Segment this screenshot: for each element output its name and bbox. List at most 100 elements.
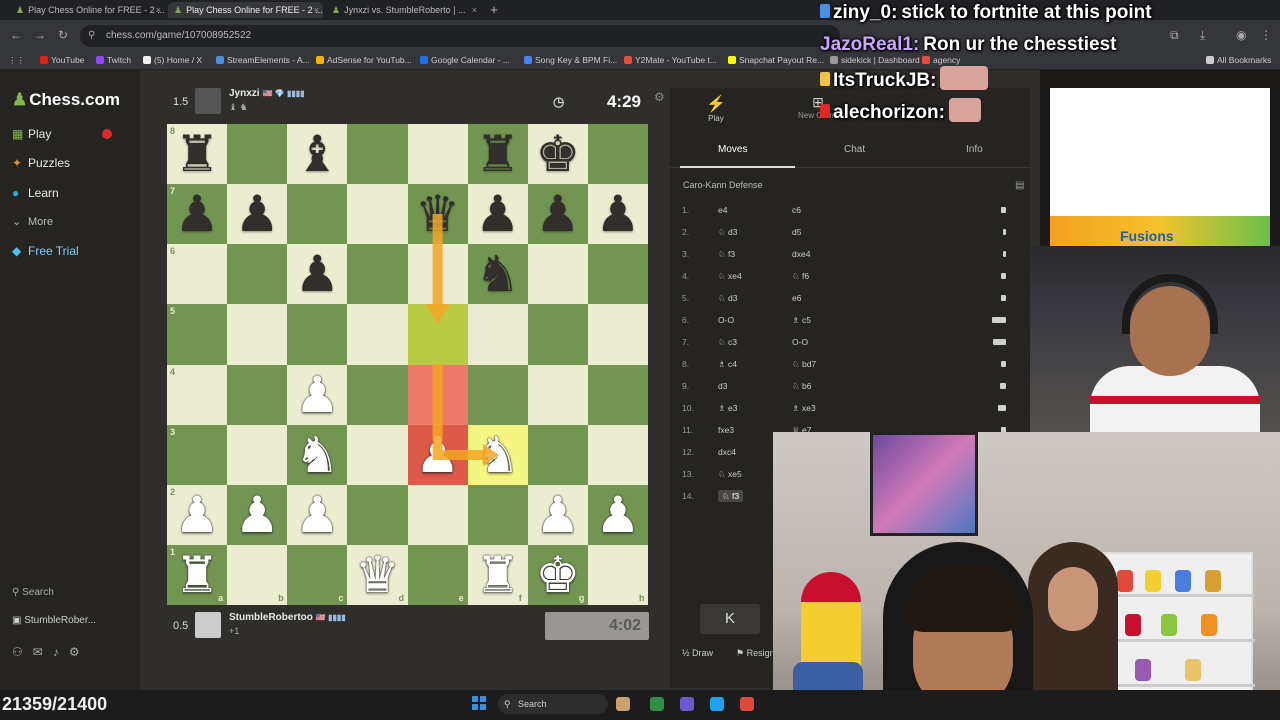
- white-king-piece[interactable]: ♚: [528, 545, 588, 605]
- white-move[interactable]: ♗ e3: [718, 403, 737, 414]
- black-bishop-piece[interactable]: ♝: [287, 124, 347, 184]
- square-e8[interactable]: [407, 124, 468, 185]
- url-field[interactable]: ⚲ chess.com/game/107008952522: [80, 25, 840, 47]
- bookmark[interactable]: AdSense for YouTub...: [316, 55, 412, 65]
- square-h6[interactable]: [587, 244, 648, 305]
- taskbar-app-icon[interactable]: [710, 697, 724, 711]
- square-f2[interactable]: [467, 484, 528, 545]
- black-move[interactable]: d5: [792, 227, 801, 237]
- bookmark[interactable]: Song Key & BPM Fi...: [524, 55, 617, 65]
- resign-button[interactable]: ⚑ Resign: [736, 648, 775, 659]
- site-info-icon[interactable]: ⚲: [88, 25, 95, 47]
- black-rook-piece[interactable]: ♜: [468, 124, 528, 184]
- square-f4[interactable]: [467, 364, 528, 425]
- sidebar-item-play[interactable]: ▦ Play: [12, 127, 51, 141]
- tab-chat[interactable]: Chat: [844, 144, 865, 155]
- white-move[interactable]: ♘ f3: [718, 249, 735, 260]
- square-h4[interactable]: [587, 364, 648, 425]
- black-move[interactable]: ♗ c5: [792, 315, 811, 326]
- taskbar-app-icon[interactable]: [740, 697, 754, 711]
- bookmark[interactable]: Twitch: [96, 55, 131, 65]
- white-move[interactable]: fxe3: [718, 425, 734, 435]
- square-d6[interactable]: [347, 244, 408, 305]
- white-move[interactable]: ♘ d3: [718, 293, 737, 304]
- square-h8[interactable]: [587, 124, 648, 185]
- browser-tab[interactable]: ♟ Jynxzi vs. StumbleRoberto | ... ×: [326, 2, 481, 18]
- white-knight-piece[interactable]: ♞: [468, 425, 528, 485]
- square-e5[interactable]: [407, 304, 468, 365]
- black-pawn-piece[interactable]: ♟: [167, 184, 227, 244]
- black-pawn-piece[interactable]: ♟: [528, 184, 588, 244]
- sidebar-item-puzzles[interactable]: ✦ Puzzles: [12, 156, 70, 170]
- taskbar-app-icon[interactable]: [680, 697, 694, 711]
- white-move[interactable]: ♘ xe5: [718, 469, 742, 480]
- sidebar-item-learn[interactable]: ● Learn: [12, 186, 59, 200]
- square-d7[interactable]: [347, 184, 408, 245]
- avatar[interactable]: [195, 88, 221, 114]
- sidebar-item-free-trial[interactable]: ◆ Free Trial: [12, 244, 79, 258]
- new-tab-button[interactable]: +: [486, 2, 502, 18]
- black-move[interactable]: dxe4: [792, 249, 810, 259]
- square-a3[interactable]: [167, 424, 228, 485]
- black-move[interactable]: O-O: [792, 337, 808, 347]
- black-move[interactable]: e6: [792, 293, 801, 303]
- avatar[interactable]: [195, 612, 221, 638]
- chess-board[interactable]: 8 7 6 5 4 3 2 1 a b c d e f g h ♜ ♝ ♜ ♚ ♟ ♟ ♛ ♟ ♟ ♟ ♟ ♞ ♟ ♞ ♟ ♞ ♟ ♟ ♟ ♟ ♟ ♜ ♛ ♜…: [167, 124, 648, 605]
- taskbar-app-icon[interactable]: [616, 697, 630, 711]
- white-knight-piece[interactable]: ♞: [287, 425, 347, 485]
- square-b4[interactable]: [227, 364, 288, 425]
- black-rook-piece[interactable]: ♜: [167, 124, 227, 184]
- black-move[interactable]: ♘ f6: [792, 271, 809, 282]
- bookmark[interactable]: Google Calendar - ...: [420, 55, 510, 65]
- square-e2[interactable]: [407, 484, 468, 545]
- square-b8[interactable]: [227, 124, 288, 185]
- bookmark[interactable]: StreamElements - A...: [216, 55, 310, 65]
- square-g6[interactable]: [527, 244, 588, 305]
- sidebar-search[interactable]: ⚲ Search: [12, 587, 54, 598]
- white-move[interactable]: d3: [718, 381, 727, 391]
- black-pawn-piece[interactable]: ♟: [588, 184, 648, 244]
- white-move[interactable]: ♗ c4: [718, 359, 737, 370]
- taskbar-search[interactable]: ⚲ Search: [498, 694, 608, 714]
- square-b6[interactable]: [227, 244, 288, 305]
- white-move[interactable]: ♘ f3: [718, 490, 744, 502]
- square-g5[interactable]: [527, 304, 588, 365]
- square-g4[interactable]: [527, 364, 588, 425]
- square-a6[interactable]: [167, 244, 228, 305]
- chrome-icon[interactable]: [650, 697, 664, 711]
- sidebar-user[interactable]: ▣ StumbleRober...: [12, 615, 96, 626]
- square-b3[interactable]: [227, 424, 288, 485]
- apps-grid-icon[interactable]: ⋮⋮: [8, 55, 25, 66]
- white-pawn-piece[interactable]: ♟: [588, 485, 648, 545]
- white-move[interactable]: O-O: [718, 315, 734, 325]
- white-pawn-piece[interactable]: ♟: [167, 485, 227, 545]
- messages-icon[interactable]: ✉: [33, 645, 53, 659]
- square-c7[interactable]: [287, 184, 348, 245]
- square-d5[interactable]: [347, 304, 408, 365]
- square-g3[interactable]: [527, 424, 588, 485]
- tab-info[interactable]: Info: [966, 144, 983, 155]
- black-pawn-piece[interactable]: ♟: [227, 184, 287, 244]
- square-e4[interactable]: [407, 364, 468, 425]
- close-icon[interactable]: ×: [472, 2, 477, 18]
- square-c5[interactable]: [287, 304, 348, 365]
- white-move[interactable]: e4: [718, 205, 727, 215]
- white-move[interactable]: ♘ c3: [718, 337, 737, 348]
- square-a4[interactable]: [167, 364, 228, 425]
- white-move[interactable]: ♘ d3: [718, 227, 737, 238]
- top-player-name[interactable]: Jynxzi 🇺🇸 💎 ▮▮▮▮: [229, 88, 305, 99]
- forward-arrow-icon[interactable]: →: [34, 28, 46, 42]
- white-move[interactable]: dxc4: [718, 447, 736, 457]
- black-move[interactable]: c6: [792, 205, 801, 215]
- square-f5[interactable]: [467, 304, 528, 365]
- bookmark[interactable]: (5) Home / X: [143, 55, 202, 65]
- friends-icon[interactable]: ⚇: [12, 645, 33, 659]
- close-icon[interactable]: ×: [156, 2, 161, 18]
- sidebar-item-more[interactable]: ⌄ More: [12, 215, 53, 228]
- square-d2[interactable]: [347, 484, 408, 545]
- tab-moves[interactable]: Moves: [718, 144, 747, 155]
- draw-button[interactable]: ½ Draw: [682, 648, 713, 658]
- black-move[interactable]: ♗ xe3: [792, 403, 816, 414]
- board-settings-icon[interactable]: ⚙: [654, 90, 665, 104]
- book-icon[interactable]: ▤: [1015, 180, 1024, 191]
